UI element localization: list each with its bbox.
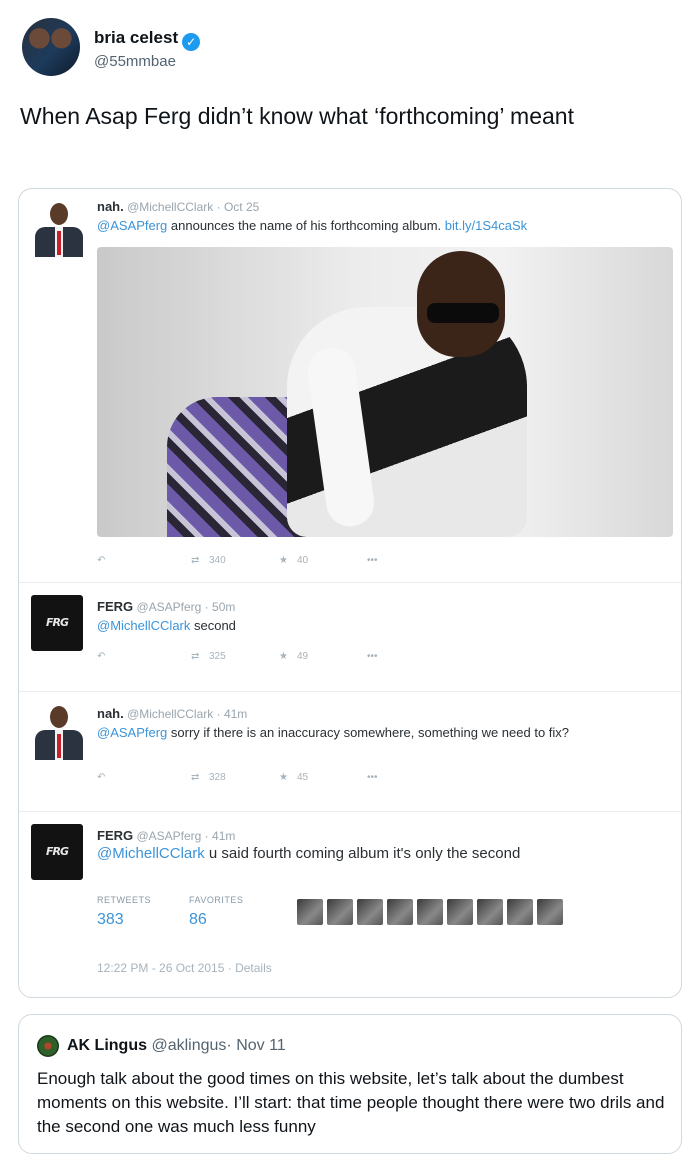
favorite-icon: ★ [279,651,288,662]
display-name: FERG [97,828,134,843]
divider [19,691,681,692]
reply-icon: ↶ [97,651,106,662]
tweet-body: @MichellCClark second [97,617,667,634]
retweet-count: 325 [209,651,226,662]
ferg-logo: FRG [31,595,83,651]
display-name: FERG [97,599,134,614]
tweet-header: FERG @ASAPferg · 50m [97,599,236,614]
avatar [447,899,473,925]
avatar [507,899,533,925]
avatar [297,899,323,925]
quoted-text: Enough talk about the good times on this… [37,1069,665,1136]
handle: @ASAPferg [136,829,202,843]
author-avatar[interactable] [22,18,80,76]
favorites-count: 86 [189,911,207,928]
quoted-handle: @aklingus [151,1037,227,1054]
more-icon: ••• [367,651,378,662]
tweet-body: @ASAPferg announces the name of his fort… [97,217,667,234]
avatar [33,704,85,760]
details-link: Details [235,961,272,975]
tweet-photo [97,247,673,537]
quoted-tweet[interactable]: AK Lingus @aklingus· Nov 11 Enough talk … [18,1014,682,1154]
avatar [537,899,563,925]
tweet-text: second [190,618,236,633]
more-icon: ••• [367,555,378,566]
display-name: nah. [97,199,124,214]
avatar [477,899,503,925]
tweet-body: @ASAPferg sorry if there is an inaccurac… [97,724,667,741]
mention: @MichellCClark [97,845,205,862]
quoted-header: AK Lingus @aklingus· Nov 11 [67,1037,286,1054]
mention: @ASAPferg [97,725,168,740]
retweets-count: 383 [97,911,124,928]
quoted-avatar [37,1035,59,1057]
tweet-stats: RETWEETS 383 FAVORITES 86 [97,889,667,937]
divider [19,811,681,812]
retweet-icon: ⇄ [191,772,200,783]
avatar [417,899,443,925]
display-name: nah. [97,706,124,721]
favorite-icon: ★ [279,555,288,566]
divider [19,582,681,583]
tweet-text: u said fourth coming album it's only the… [204,845,521,862]
author-handle[interactable]: @55mmbae [94,53,176,70]
retweets-label: RETWEETS [97,895,152,905]
time: 41m [212,829,236,843]
avatar [357,899,383,925]
favorite-count: 45 [297,772,309,783]
handle: @MichellCClark [127,707,214,721]
handle: @ASAPferg [136,600,202,614]
retweet-icon: ⇄ [191,651,200,662]
author-name-row[interactable]: bria celest ✓ [94,28,201,51]
favorite-count: 49 [297,651,309,662]
tweet-header: nah. @MichellCClark · Oct 25 [97,199,260,214]
tweet-header: FERG @ASAPferg · 41m [97,828,236,843]
favorite-count: 40 [297,555,309,566]
tweet-image[interactable]: nah. @MichellCClark · Oct 25 @ASAPferg a… [18,188,682,998]
tweet-timestamp: 12:22 PM - 26 Oct 2015 · Details [97,961,272,975]
mention: @ASAPferg [97,218,168,233]
favorite-icon: ★ [279,772,288,783]
ferg-logo: FRG [31,824,83,880]
time: Oct 25 [223,200,260,214]
retweet-count: 328 [209,772,226,783]
author-name[interactable]: bria celest [94,28,178,47]
tweet-header: nah. @MichellCClark · 41m [97,706,248,721]
mention: @MichellCClark [97,618,191,633]
tweet-text: When Asap Ferg didn’t know what ‘forthco… [20,103,574,129]
tweet-text: announces the name of his forthcoming al… [167,218,445,233]
favoriter-avatars [297,899,563,925]
link: bit.ly/1S4caSk [444,218,528,233]
reply-icon: ↶ [97,772,106,783]
tweet-author: bria celest ✓ @55mmbae [22,18,682,80]
quoted-name: AK Lingus [67,1037,147,1054]
retweet-count: 340 [209,555,226,566]
retweet-icon: ⇄ [191,555,200,566]
time: 50m [212,600,236,614]
time: 41m [223,707,248,721]
tweet-text: sorry if there is an inaccuracy somewher… [167,725,570,740]
verified-badge-icon: ✓ [182,33,201,51]
quoted-time: Nov 11 [236,1037,286,1054]
more-icon: ••• [367,772,378,783]
handle: @MichellCClark [127,200,214,214]
reply-icon: ↶ [97,555,106,566]
timestamp: 12:22 PM - 26 Oct 2015 [97,961,225,975]
favorites-label: FAVORITES [189,895,244,905]
avatar [33,201,85,257]
avatar [387,899,413,925]
avatar [327,899,353,925]
tweet-body: @MichellCClark u said fourth coming albu… [97,844,667,864]
